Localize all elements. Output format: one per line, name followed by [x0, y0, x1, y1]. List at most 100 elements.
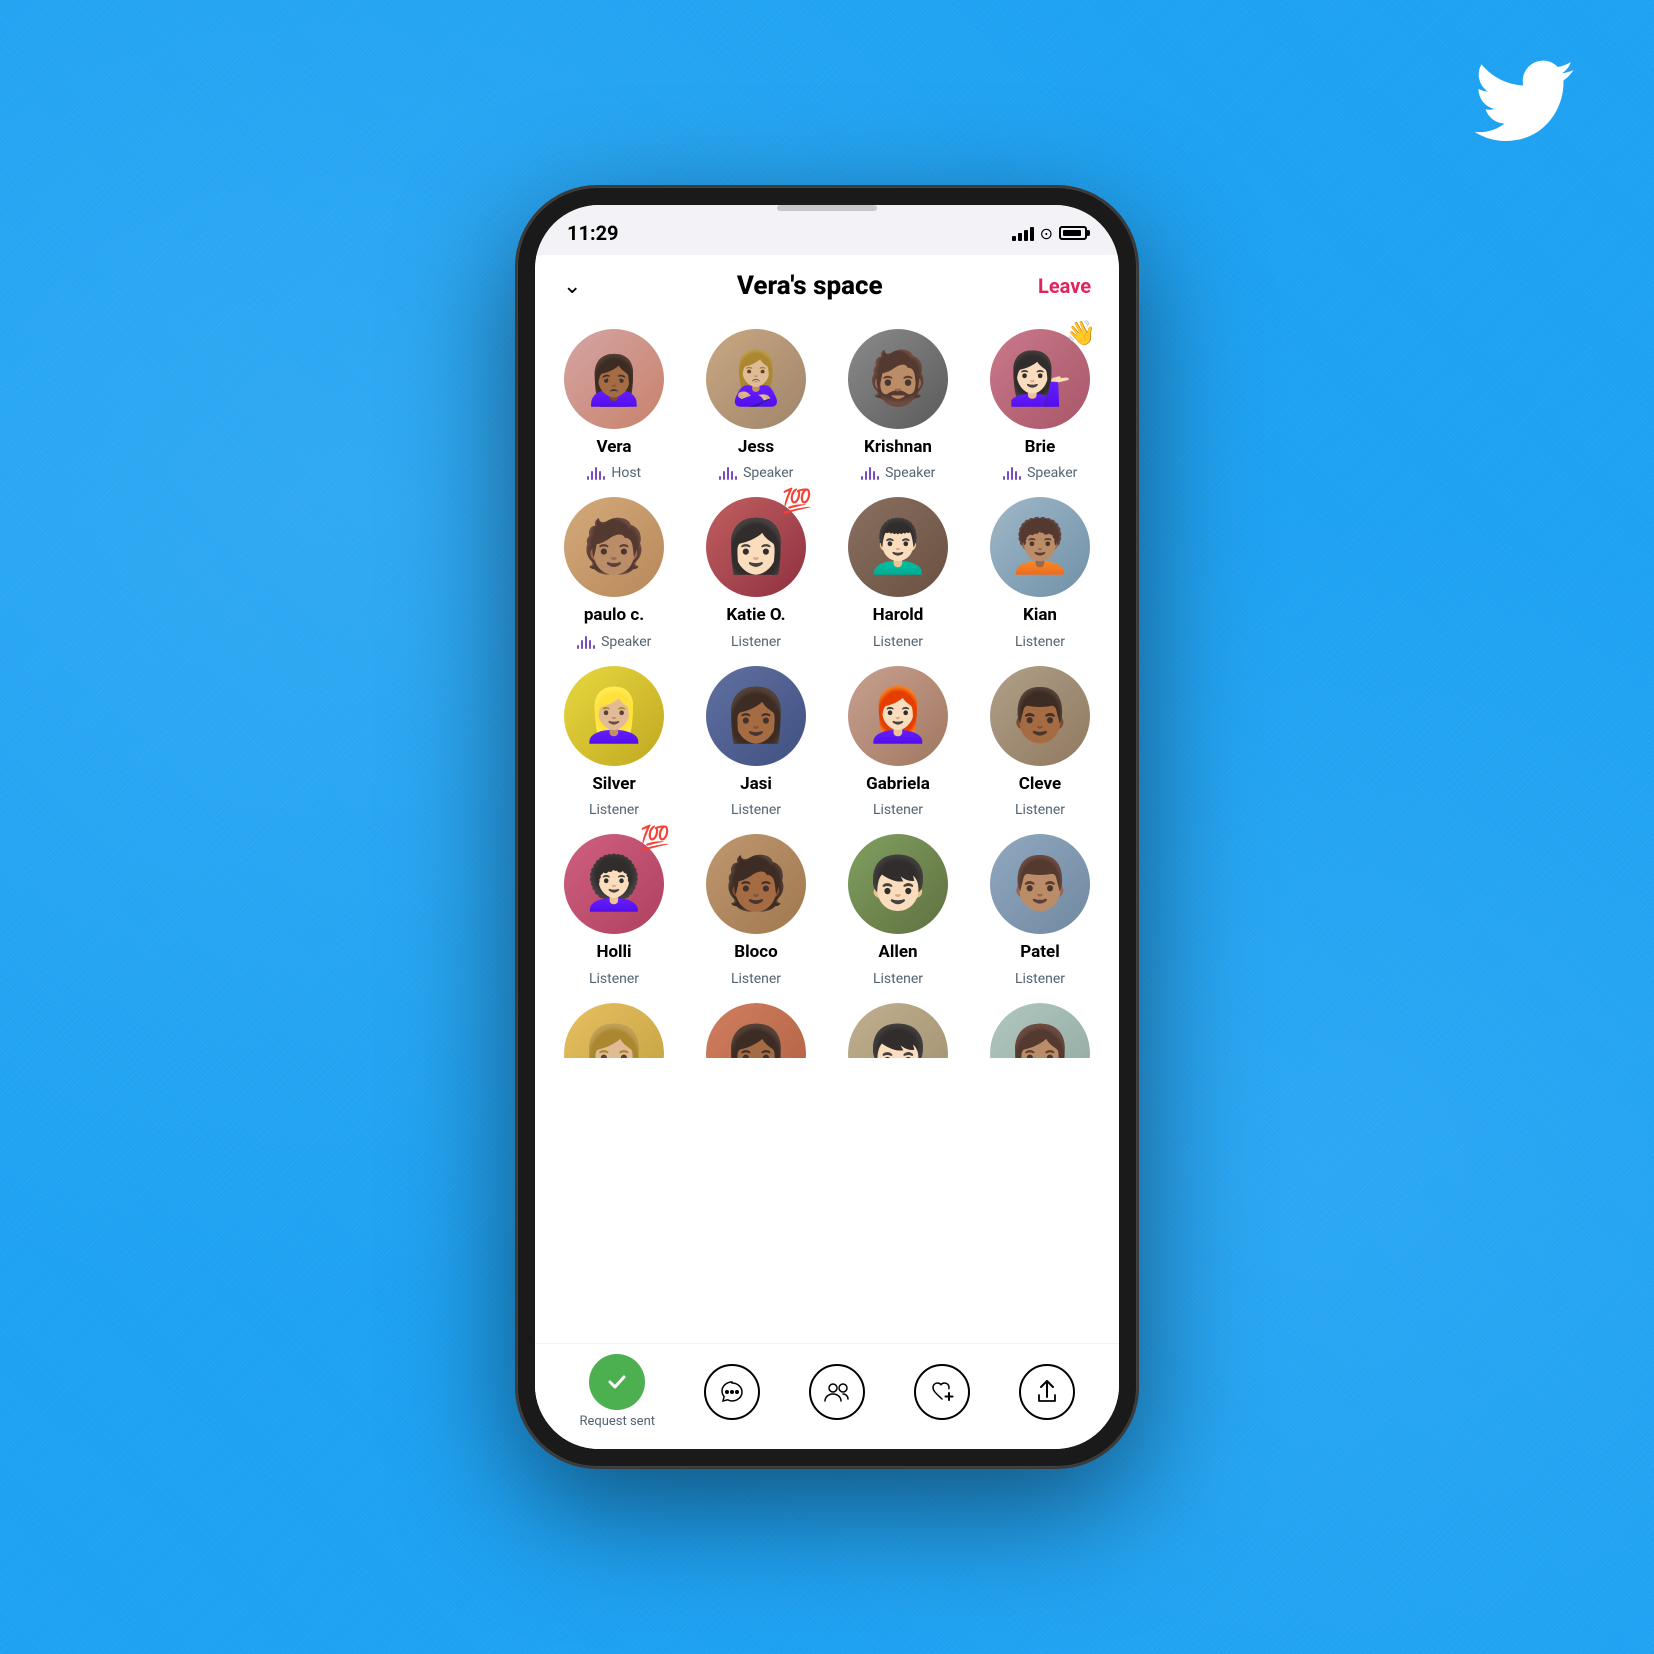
share-button[interactable] — [1019, 1364, 1075, 1420]
signal-bar-3 — [1024, 230, 1028, 241]
role-text: Host — [611, 465, 641, 481]
role-label: Listener — [589, 971, 639, 987]
role-label: Speaker — [861, 465, 936, 481]
role-label: Listener — [873, 971, 923, 987]
participant-name: Jasi — [740, 774, 772, 794]
participant-gabriela[interactable]: 👩🏻‍🦰 Gabriela Listener — [831, 666, 965, 818]
participant-jess[interactable]: 🙎🏼‍♀️ Jess Speaker — [689, 329, 823, 481]
request-sent-label: Request sent — [579, 1414, 655, 1429]
avatar-partial: 👩🏼 — [564, 1003, 664, 1058]
status-time: 11:29 — [567, 221, 619, 245]
participant-harold[interactable]: 👨🏻‍🦱 Harold Listener — [831, 497, 965, 649]
participant-jasi[interactable]: 👩🏾 Jasi Listener — [689, 666, 823, 818]
participant-name: Silver — [592, 774, 635, 794]
role-label: Speaker — [719, 465, 794, 481]
signal-bar-2 — [1018, 233, 1022, 241]
participant-krishnan[interactable]: 🧔🏽 Krishnan Speaker — [831, 329, 965, 481]
participant-name: Allen — [878, 942, 917, 962]
participant-paulo[interactable]: 🧑🏽 paulo c. Speaker — [547, 497, 681, 649]
chat-button[interactable] — [704, 1364, 760, 1420]
avatar: 👦🏻 — [848, 1003, 948, 1058]
participant-brie[interactable]: 💁🏻‍♀️ 👋 Brie Speaker — [973, 329, 1107, 481]
mic-wave-icon — [861, 466, 880, 480]
participant-partial-partial1[interactable]: 👩🏼 — [547, 1003, 681, 1058]
role-text: Listener — [873, 634, 923, 650]
request-check-icon — [589, 1354, 645, 1410]
avatar-partial: 👩🏽 — [990, 1003, 1090, 1058]
participant-patel[interactable]: 👨🏽 Patel Listener — [973, 834, 1107, 986]
avatar-wrapper: 🙍🏾‍♀️ — [564, 329, 664, 429]
participant-vera[interactable]: 🙍🏾‍♀️ Vera Host — [547, 329, 681, 481]
leave-button[interactable]: Leave — [1038, 274, 1091, 298]
role-text: Listener — [873, 802, 923, 818]
participant-name: Gabriela — [866, 774, 930, 794]
participants-scroll[interactable]: 🙍🏾‍♀️ Vera Host 🙎🏼‍♀️ Jess Spe — [535, 313, 1119, 1343]
space-title: Vera's space — [581, 271, 1038, 301]
participant-katie[interactable]: 👩🏻 💯 Katie O. Listener — [689, 497, 823, 649]
participant-silver[interactable]: 👱🏼‍♀️ Silver Listener — [547, 666, 681, 818]
twitter-logo — [1474, 60, 1574, 142]
avatar: 👨🏽 — [990, 834, 1090, 934]
avatar-partial: 👦🏻 — [848, 1003, 948, 1058]
emoji-badge: 💯 — [782, 489, 812, 513]
role-text: Listener — [1015, 971, 1065, 987]
role-label: Listener — [731, 634, 781, 650]
role-text: Listener — [731, 971, 781, 987]
chevron-down-icon[interactable]: ⌄ — [563, 274, 581, 299]
participant-name: Kian — [1023, 605, 1057, 625]
role-label: Listener — [1015, 634, 1065, 650]
participant-cleve[interactable]: 👨🏾 Cleve Listener — [973, 666, 1107, 818]
phone-wrapper: 11:29 ⊙ ⌄ — [517, 187, 1137, 1467]
role-text: Listener — [731, 634, 781, 650]
avatar: 👨🏾 — [990, 666, 1090, 766]
status-bar: 11:29 ⊙ — [535, 205, 1119, 255]
bottom-toolbar: Request sent — [535, 1343, 1119, 1449]
avatar: 🙍🏾‍♀️ — [564, 329, 664, 429]
participant-bloco[interactable]: 🧑🏾 Bloco Listener — [689, 834, 823, 986]
role-label: Listener — [873, 802, 923, 818]
participant-name: paulo c. — [584, 605, 644, 625]
avatar: 👩🏻‍🦰 — [848, 666, 948, 766]
people-button[interactable] — [809, 1364, 865, 1420]
role-text: Speaker — [601, 634, 651, 650]
participant-kian[interactable]: 🧑🏽‍🦱 Kian Listener — [973, 497, 1107, 649]
avatar: 🧑🏾 — [706, 834, 806, 934]
role-text: Speaker — [743, 465, 793, 481]
role-label: Host — [587, 465, 641, 481]
avatar-wrapper: 👨🏻‍🦱 — [848, 497, 948, 597]
avatar: 🧑🏽 — [564, 497, 664, 597]
avatar: 👩🏼 — [564, 1003, 664, 1058]
participant-name: Holli — [596, 942, 631, 962]
participant-name: Vera — [597, 437, 632, 457]
role-label: Listener — [589, 802, 639, 818]
avatar-wrapper: 🧑🏾 — [706, 834, 806, 934]
participant-name: Bloco — [734, 942, 777, 962]
participant-partial-partial4[interactable]: 👩🏽 — [973, 1003, 1107, 1058]
participant-name: Cleve — [1019, 774, 1061, 794]
request-sent-button[interactable]: Request sent — [579, 1354, 655, 1429]
wifi-icon: ⊙ — [1040, 224, 1053, 243]
people-icon — [809, 1364, 865, 1420]
participant-partial-partial3[interactable]: 👦🏻 — [831, 1003, 965, 1058]
avatar-wrapper: 💁🏻‍♀️ 👋 — [990, 329, 1090, 429]
participant-allen[interactable]: 👦🏻 Allen Listener — [831, 834, 965, 986]
notch-pill — [777, 205, 877, 211]
avatar-wrapper: 🧑🏽 — [564, 497, 664, 597]
battery-icon — [1059, 226, 1087, 240]
participant-partial-partial2[interactable]: 👩🏾 — [689, 1003, 823, 1058]
role-text: Speaker — [885, 465, 935, 481]
avatar: 👩🏽 — [990, 1003, 1090, 1058]
role-label: Listener — [1015, 971, 1065, 987]
follow-button[interactable] — [914, 1364, 970, 1420]
avatar-wrapper: 🧔🏽 — [848, 329, 948, 429]
avatar-wrapper: 👨🏾 — [990, 666, 1090, 766]
avatar-wrapper: 👱🏼‍♀️ — [564, 666, 664, 766]
role-text: Speaker — [1027, 465, 1077, 481]
mic-wave-icon — [577, 635, 596, 649]
role-text: Listener — [1015, 634, 1065, 650]
participant-holli[interactable]: 👩🏻‍🦱 💯 Holli Listener — [547, 834, 681, 986]
avatar: 👨🏻‍🦱 — [848, 497, 948, 597]
role-text: Listener — [589, 971, 639, 987]
signal-bar-1 — [1012, 236, 1016, 241]
app-content: ⌄ Vera's space Leave 🙍🏾‍♀️ Vera — [535, 255, 1119, 1449]
